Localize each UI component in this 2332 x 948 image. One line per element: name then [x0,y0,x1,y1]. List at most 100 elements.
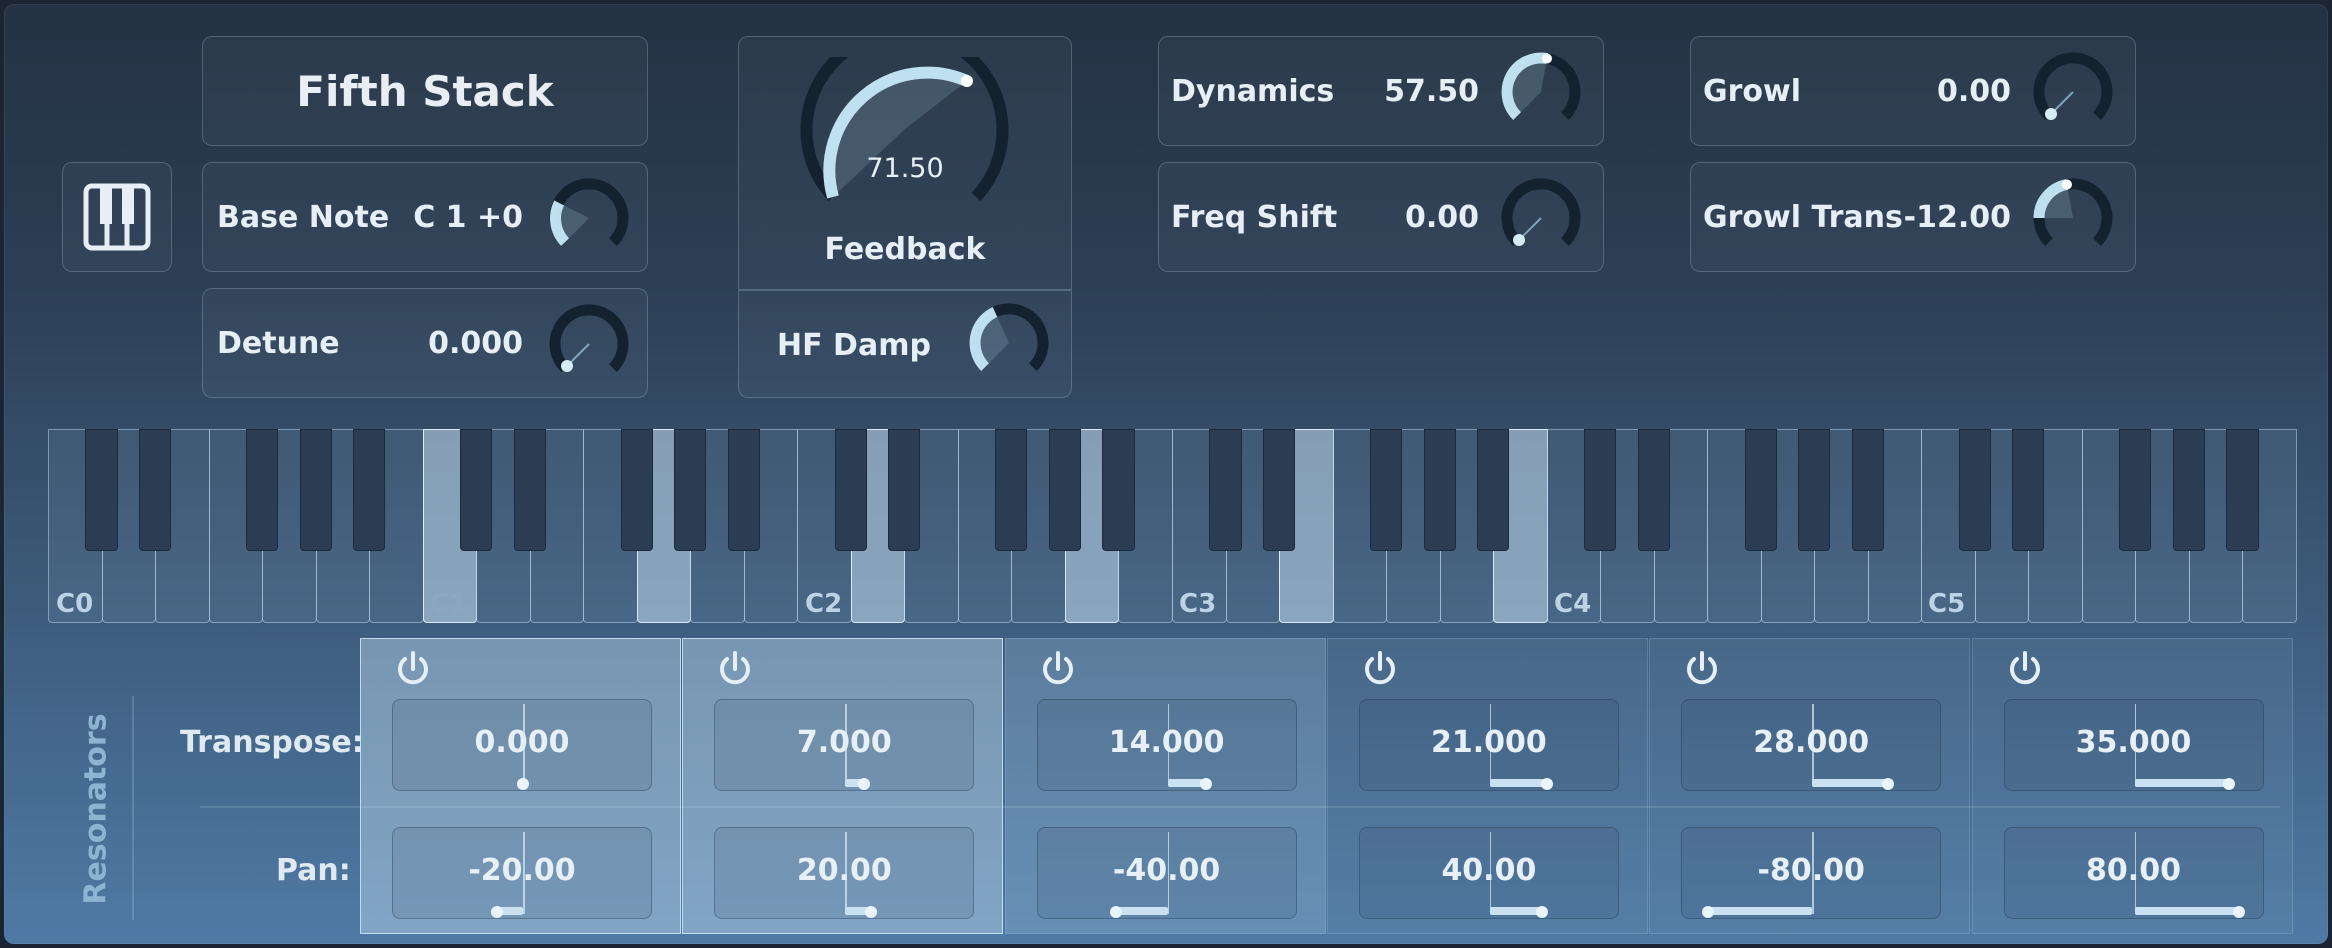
black-key[interactable] [460,429,493,551]
black-key[interactable] [1209,429,1242,551]
pan-handle[interactable] [491,906,503,918]
power-icon[interactable] [393,649,433,689]
transpose-handle[interactable] [2223,778,2236,790]
power-icon[interactable] [1682,649,1722,689]
preset-name-field[interactable]: Fifth Stack [202,36,648,146]
feedback-knob[interactable] [795,57,1015,237]
transpose-handle[interactable] [1540,778,1553,790]
transpose-handle[interactable] [858,778,871,790]
black-key[interactable] [1102,429,1135,551]
transpose-field[interactable]: 14.000 [1036,699,1297,791]
transpose-field[interactable]: 0.000 [392,699,652,791]
detune-knob[interactable] [547,302,631,386]
black-key[interactable] [1048,429,1081,551]
black-key[interactable] [995,429,1028,551]
resonator-column: 35.000 80.00 [1971,638,2293,934]
power-icon[interactable] [2005,649,2045,689]
base-note-value[interactable]: C 1 +0 [413,203,523,233]
black-key[interactable] [1370,429,1403,551]
pan-field[interactable]: 20.00 [714,827,975,919]
black-key[interactable] [1584,429,1617,551]
resonator-column: 7.000 20.00 [682,638,1004,934]
black-key[interactable] [1958,429,1991,551]
black-key[interactable] [1423,429,1456,551]
power-icon[interactable] [715,649,755,689]
black-key[interactable] [620,429,653,551]
preset-name: Fifth Stack [296,67,554,116]
growl-trans-knob[interactable] [2031,176,2115,260]
black-key[interactable] [353,429,386,551]
pan-handle[interactable] [865,906,878,918]
piano-keyboard[interactable]: C0 C1 C2 C3 C4 C5 [48,429,2297,625]
black-key[interactable] [1851,429,1884,551]
dynamics-label: Dynamics [1171,74,1335,109]
resonator-plugin-window: Fifth Stack Base Note C 1 +0 Detune 0.00… [4,4,2328,944]
pan-field[interactable]: 40.00 [1358,827,1619,919]
growl-value[interactable]: 0.00 [1937,77,2011,107]
resonators-section-label: Resonators [78,713,114,905]
transpose-handle[interactable] [517,778,529,790]
growl-knob[interactable] [2031,50,2115,134]
black-key[interactable] [2012,429,2045,551]
pan-field[interactable]: -40.00 [1036,827,1297,919]
black-key[interactable] [834,429,867,551]
transpose-field[interactable]: 28.000 [1681,699,1942,791]
transpose-value: 35.000 [2075,725,2192,760]
power-icon[interactable] [1360,649,1400,689]
black-key[interactable] [1477,429,1510,551]
black-key[interactable] [1744,429,1777,551]
black-key[interactable] [888,429,921,551]
slider-center [1167,704,1170,786]
growl-control: Growl 0.00 [1690,36,2136,146]
black-key[interactable] [299,429,332,551]
black-key[interactable] [1798,429,1831,551]
pan-value: 40.00 [1441,853,1537,888]
transpose-row-label: Transpose: [180,725,364,760]
power-icon[interactable] [1038,649,1078,689]
hf-damp-knob[interactable] [967,301,1051,385]
dynamics-knob[interactable] [1499,50,1583,134]
black-key[interactable] [674,429,707,551]
keyboard-toggle-button[interactable] [62,162,172,272]
feedback-value: 71.50 [866,153,944,184]
pan-bar [1115,907,1168,915]
black-key[interactable] [1262,429,1296,551]
detune-value[interactable]: 0.000 [428,329,523,359]
transpose-field[interactable]: 21.000 [1358,699,1619,791]
resonator-column: 14.000 -40.00 [1004,638,1326,934]
pan-row-label: Pan: [276,853,351,888]
black-key[interactable] [85,429,118,551]
transpose-value: 14.000 [1108,725,1225,760]
transpose-handle[interactable] [1882,778,1895,790]
transpose-bar [2134,779,2230,787]
pan-bar [1489,907,1542,915]
pan-handle[interactable] [1535,906,1548,918]
black-key[interactable] [2172,429,2205,551]
pan-handle[interactable] [2232,906,2245,918]
black-key[interactable] [513,429,546,551]
slider-center [845,832,847,914]
black-key[interactable] [727,429,760,551]
detune-control: Detune 0.000 [202,288,648,398]
black-key[interactable] [246,429,279,551]
black-key[interactable] [2119,429,2152,551]
dynamics-value[interactable]: 57.50 [1384,77,1479,107]
growl-trans-value[interactable]: -12.00 [1904,203,2011,233]
feedback-label: Feedback [824,232,986,267]
pan-field[interactable]: -80.00 [1681,827,1942,919]
base-note-knob[interactable] [547,176,631,260]
pan-value: 80.00 [2086,853,2181,888]
transpose-field[interactable]: 7.000 [714,699,975,791]
black-key[interactable] [138,429,172,551]
freq-shift-knob[interactable] [1499,176,1583,260]
freq-shift-value[interactable]: 0.00 [1405,203,1479,233]
pan-field[interactable]: 80.00 [2003,827,2264,919]
pan-field[interactable]: -20.00 [392,827,652,919]
pan-handle[interactable] [1702,906,1715,918]
transpose-handle[interactable] [1199,778,1212,790]
transpose-field[interactable]: 35.000 [2003,699,2264,791]
growl-trans-label: Growl Trans [1703,200,1903,235]
pan-handle[interactable] [1109,906,1122,918]
black-key[interactable] [2226,429,2259,551]
black-key[interactable] [1637,429,1670,551]
